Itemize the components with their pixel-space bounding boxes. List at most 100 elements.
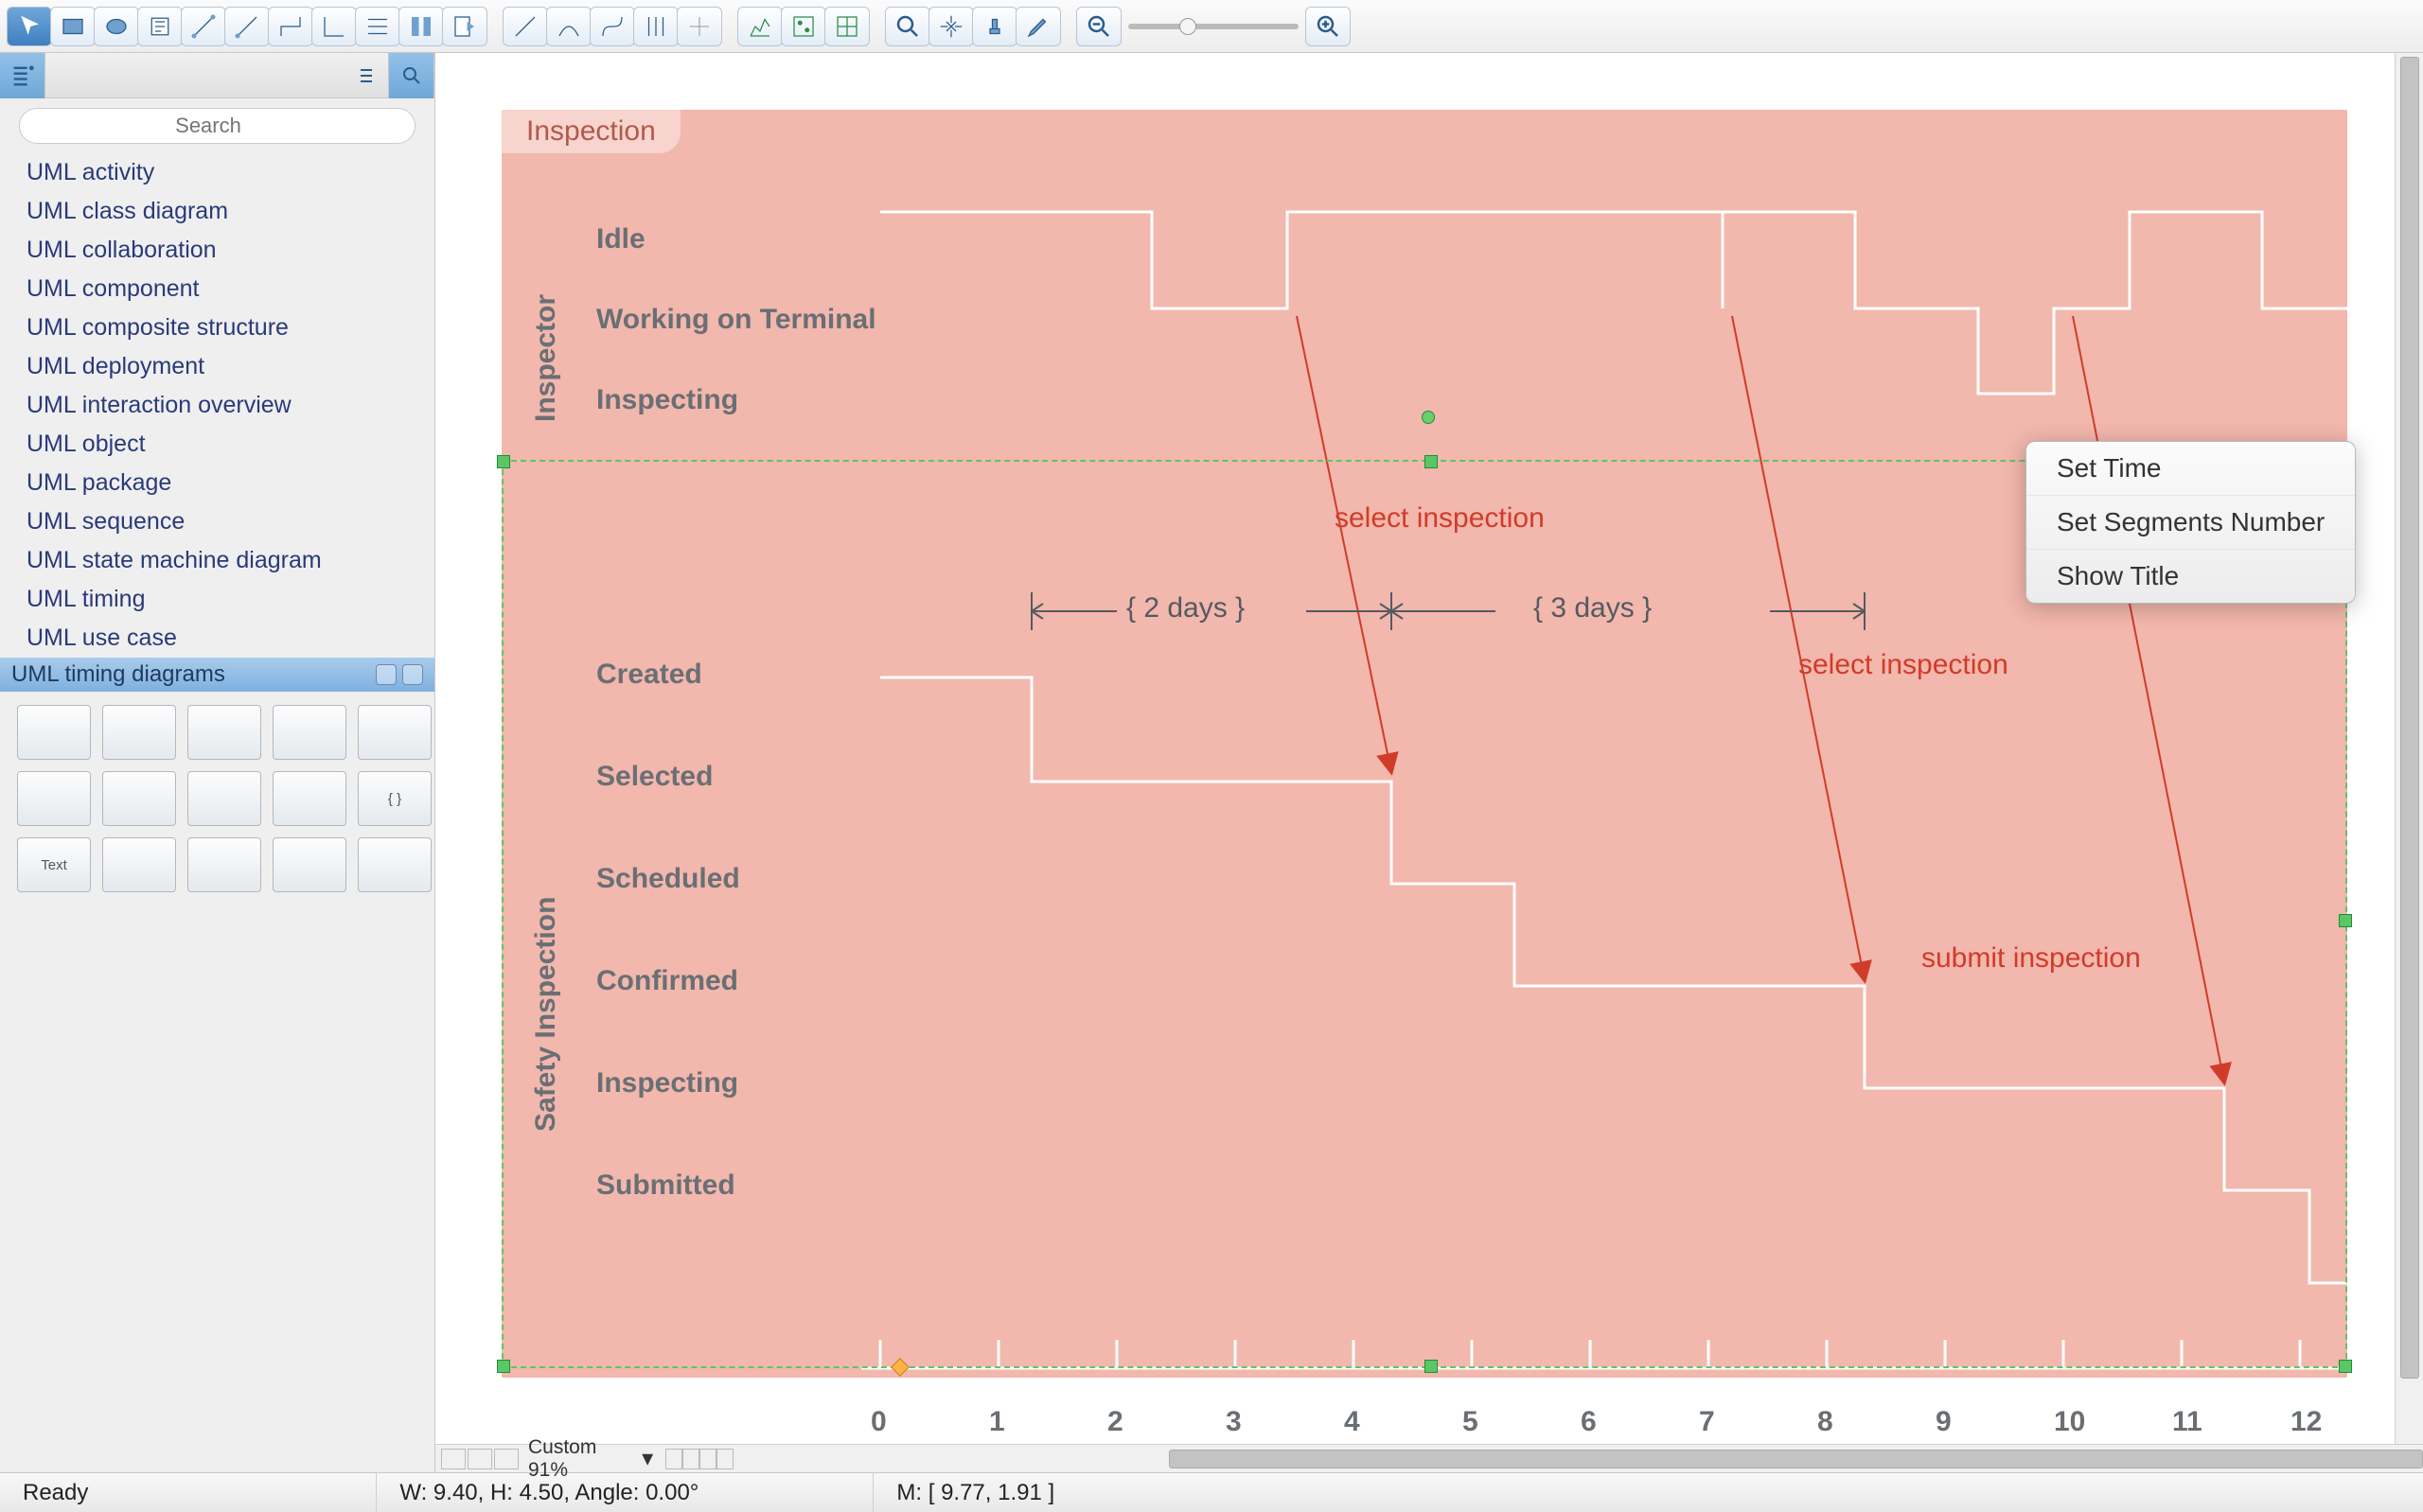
pen-tool[interactable] — [1016, 7, 1061, 46]
tick-6: 6 — [1581, 1406, 1597, 1438]
tick-5: 5 — [1462, 1406, 1478, 1438]
lib-item-11[interactable]: UML timing — [0, 580, 434, 619]
palette-item-10[interactable]: Text — [17, 837, 91, 892]
library-sidebar: UML activityUML class diagramUML collabo… — [0, 53, 435, 1472]
status-bar: Ready W: 9.40, H: 4.50, Angle: 0.00° M: … — [0, 1472, 2423, 1512]
palette-opt-2-icon[interactable] — [402, 664, 423, 685]
ellipse-tool[interactable] — [94, 7, 139, 46]
align-tool-2[interactable] — [398, 7, 444, 46]
library-tab-icon[interactable] — [0, 53, 45, 98]
tick-7: 7 — [1699, 1406, 1715, 1438]
zoom-out-button[interactable] — [1076, 7, 1122, 46]
lib-item-12[interactable]: UML use case — [0, 619, 434, 658]
lib-item-8[interactable]: UML package — [0, 464, 434, 502]
palette-header[interactable]: UML timing diagrams — [0, 658, 434, 692]
connector-tool-4[interactable] — [311, 7, 357, 46]
lane1-state-1: Working on Terminal — [596, 304, 876, 336]
search-tab-icon[interactable] — [389, 53, 434, 98]
lib-item-1[interactable]: UML class diagram — [0, 192, 434, 231]
lib-item-6[interactable]: UML interaction overview — [0, 386, 434, 425]
selection-handle-se[interactable] — [2339, 1360, 2352, 1373]
page-nav-prev-icon[interactable] — [468, 1449, 492, 1469]
palette-item-7[interactable] — [187, 771, 261, 826]
tick-1: 1 — [989, 1406, 1005, 1438]
graph-tool-2[interactable] — [781, 7, 826, 46]
horizontal-scrollbar[interactable]: Custom 91% ▾ — [435, 1444, 2423, 1472]
tick-8: 8 — [1817, 1406, 1833, 1438]
view-mode-icons[interactable] — [665, 1449, 734, 1469]
palette-item-14[interactable] — [358, 837, 432, 892]
tick-11: 11 — [2172, 1406, 2202, 1438]
palette-item-8[interactable] — [273, 771, 346, 826]
cm-show-title[interactable]: Show Title — [2026, 550, 2355, 603]
tool-group-view — [886, 8, 1060, 45]
palette-item-2[interactable] — [187, 705, 261, 760]
palette-item-5[interactable] — [17, 771, 91, 826]
selection-rotate-handle[interactable] — [1422, 411, 1435, 424]
main-toolbar — [0, 0, 2423, 53]
line-tool-3[interactable] — [590, 7, 635, 46]
palette-item-11[interactable] — [102, 837, 176, 892]
sidebar-search — [0, 98, 434, 153]
library-list: UML activityUML class diagramUML collabo… — [0, 153, 434, 658]
palette-item-4[interactable] — [358, 705, 432, 760]
lib-item-7[interactable]: UML object — [0, 425, 434, 464]
line-tool-5[interactable] — [677, 7, 722, 46]
tool-group-zoom — [1077, 8, 1350, 45]
rect-tool[interactable] — [50, 7, 96, 46]
align-tool-1[interactable] — [355, 7, 400, 46]
selection-handle-n[interactable] — [1424, 455, 1438, 468]
graph-tool-3[interactable] — [824, 7, 870, 46]
tool-group-lines — [504, 8, 721, 45]
lib-item-0[interactable]: UML activity — [0, 153, 434, 192]
export-tool[interactable] — [442, 7, 487, 46]
line-tool-1[interactable] — [503, 7, 548, 46]
zoom-slider[interactable] — [1128, 24, 1299, 29]
status-mouse: M: [ 9.77, 1.91 ] — [873, 1473, 1077, 1512]
sidebar-tabs — [0, 53, 434, 98]
lib-item-5[interactable]: UML deployment — [0, 347, 434, 386]
canvas[interactable]: Inspection Inspector Idle Working on Ter… — [435, 53, 2423, 1472]
lib-item-4[interactable]: UML composite structure — [0, 308, 434, 347]
connector-tool-2[interactable] — [224, 7, 270, 46]
palette-item-12[interactable] — [187, 837, 261, 892]
text-tool[interactable] — [137, 7, 183, 46]
connector-tool-1[interactable] — [181, 7, 226, 46]
palette-item-1[interactable] — [102, 705, 176, 760]
palette-item-13[interactable] — [273, 837, 346, 892]
line-tool-4[interactable] — [633, 7, 679, 46]
connector-tool-3[interactable] — [268, 7, 313, 46]
selection-handle-nw[interactable] — [497, 455, 510, 468]
palette-item-6[interactable] — [102, 771, 176, 826]
cm-set-time[interactable]: Set Time — [2026, 442, 2355, 496]
palette-opt-1-icon[interactable] — [376, 664, 397, 685]
selection-handle-s[interactable] — [1424, 1360, 1438, 1373]
pan-tool[interactable] — [929, 7, 974, 46]
palette-item-9[interactable]: { } — [358, 771, 432, 826]
palette-item-3[interactable] — [273, 705, 346, 760]
tick-3: 3 — [1226, 1406, 1242, 1438]
lib-item-2[interactable]: UML collaboration — [0, 231, 434, 270]
graph-tool-1[interactable] — [737, 7, 783, 46]
vertical-scrollbar[interactable] — [2395, 53, 2423, 1444]
search-input[interactable] — [19, 108, 416, 144]
zoom-display[interactable]: Custom 91% — [528, 1436, 636, 1482]
palette-item-0[interactable] — [17, 705, 91, 760]
status-ready: Ready — [0, 1480, 111, 1506]
page-nav-next-icon[interactable] — [494, 1449, 519, 1469]
lib-item-10[interactable]: UML state machine diagram — [0, 541, 434, 580]
tick-2: 2 — [1107, 1406, 1123, 1438]
lib-item-3[interactable]: UML component — [0, 270, 434, 308]
page-nav-stop-icon[interactable] — [441, 1449, 466, 1469]
line-tool-2[interactable] — [546, 7, 592, 46]
tick-0: 0 — [871, 1406, 887, 1438]
zoom-in-button[interactable] — [1305, 7, 1351, 46]
selection-handle-e[interactable] — [2339, 914, 2352, 927]
zoom-tool[interactable] — [885, 7, 930, 46]
list-tab-icon[interactable] — [344, 53, 389, 98]
lib-item-9[interactable]: UML sequence — [0, 502, 434, 541]
selection-handle-sw[interactable] — [497, 1360, 510, 1373]
select-tool[interactable] — [7, 7, 52, 46]
stamp-tool[interactable] — [972, 7, 1017, 46]
cm-set-segments[interactable]: Set Segments Number — [2026, 496, 2355, 550]
